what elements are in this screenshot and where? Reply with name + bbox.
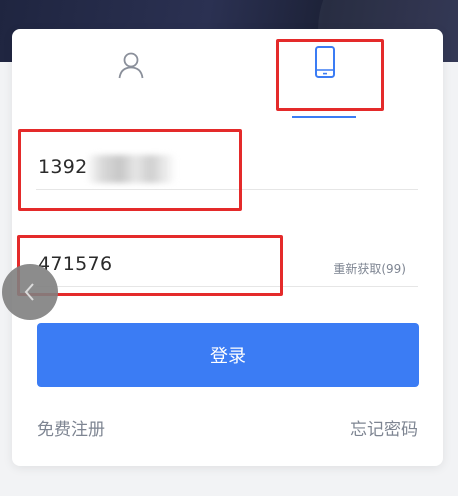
phone-number-value: 1392 bbox=[38, 156, 88, 178]
smartphone-icon bbox=[315, 46, 335, 78]
user-icon bbox=[118, 52, 144, 79]
floating-back-button[interactable] bbox=[2, 264, 58, 320]
redacted-phone-digits bbox=[86, 155, 176, 183]
login-button[interactable]: 登录 bbox=[37, 323, 419, 387]
chevron-left-icon bbox=[24, 283, 34, 301]
forgot-password-link[interactable]: 忘记密码 bbox=[350, 415, 418, 440]
resend-code-button[interactable]: 重新获取(99) bbox=[333, 260, 406, 277]
tab-phone-login[interactable] bbox=[270, 29, 380, 109]
register-link[interactable]: 免费注册 bbox=[37, 415, 105, 440]
verification-code-field[interactable]: 471576 重新获取(99) bbox=[36, 246, 418, 287]
login-card: 1392 471576 重新获取(99) 登录 免费注册 忘记密码 bbox=[12, 29, 443, 466]
active-tab-indicator bbox=[292, 116, 356, 118]
tab-account-login[interactable] bbox=[76, 29, 186, 109]
phone-number-field[interactable]: 1392 bbox=[36, 149, 418, 190]
